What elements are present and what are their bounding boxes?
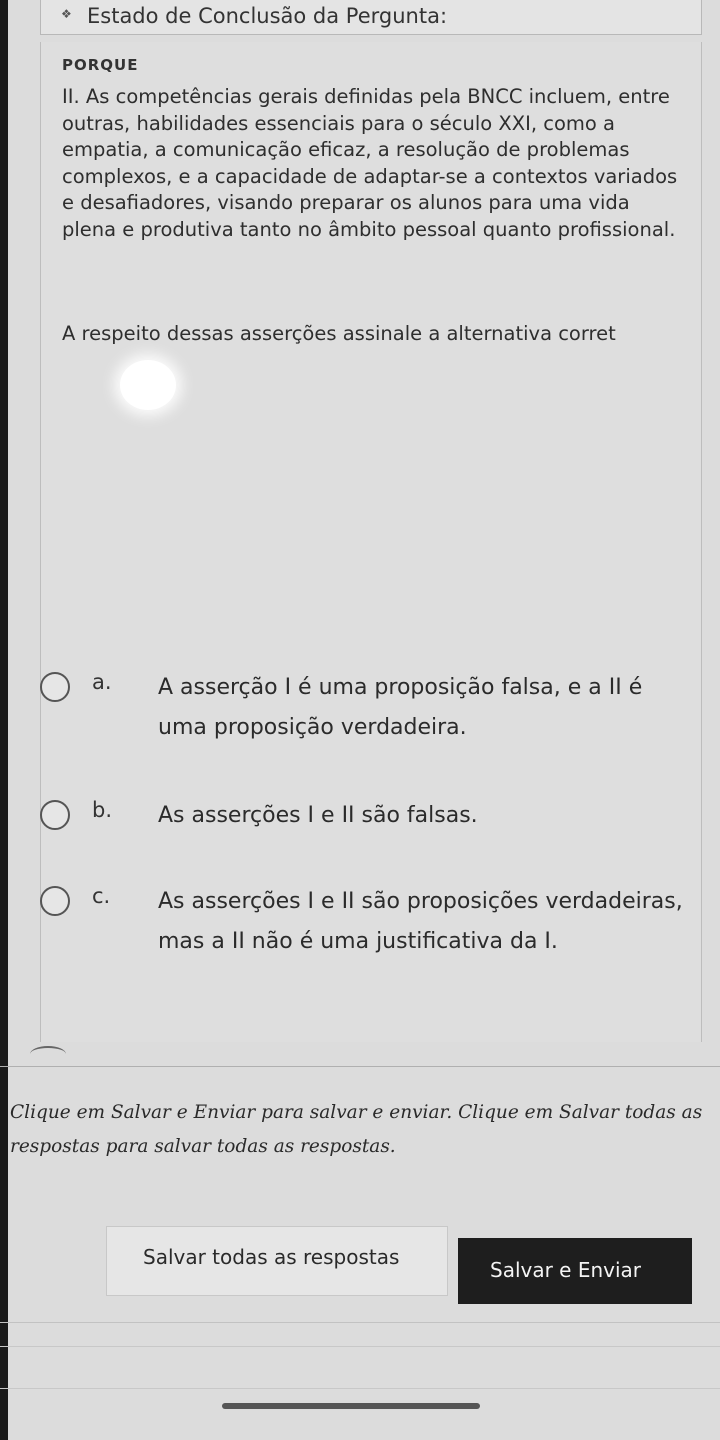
bottom-divider (0, 1388, 720, 1389)
question-prompt: A respeito dessas asserções assinale a a… (62, 322, 616, 345)
question-status-label: Estado de Conclusão da Pergunta: (87, 4, 448, 28)
bottom-divider (0, 1322, 720, 1323)
save-all-answers-label: Salvar todas as respostas (143, 1245, 400, 1269)
section-divider (0, 1066, 720, 1067)
save-and-submit-button[interactable]: Salvar e Enviar (458, 1238, 692, 1304)
bottom-divider (0, 1346, 720, 1347)
home-indicator[interactable] (222, 1403, 480, 1409)
diamond-icon: ❖ (61, 7, 72, 21)
save-and-submit-label: Salvar e Enviar (490, 1258, 642, 1282)
option-c-letter: c. (92, 884, 111, 908)
option-b-radio[interactable] (40, 800, 70, 830)
option-a-letter: a. (92, 670, 112, 694)
option-b-text[interactable]: As asserções I e II são falsas. (158, 796, 698, 836)
option-a-text[interactable]: A asserção I é uma proposição falsa, e a… (158, 668, 698, 748)
assertion-ii-text: II. As competências gerais definidas pel… (62, 85, 678, 241)
option-a-radio[interactable] (40, 672, 70, 702)
submit-instructions: Clique em Salvar e Enviar para salvar e … (10, 1102, 703, 1157)
option-c-radio[interactable] (40, 886, 70, 916)
partial-radio-arc (30, 1046, 66, 1062)
light-glare (120, 360, 176, 410)
assertion-connector: PORQUE (62, 56, 139, 74)
save-all-answers-button[interactable]: Salvar todas as respostas (106, 1226, 448, 1296)
option-c-text[interactable]: As asserções I e II são proposições verd… (158, 882, 698, 962)
screen-edge (0, 0, 8, 1440)
option-b-letter: b. (92, 798, 113, 822)
question-status-bar: ❖ Estado de Conclusão da Pergunta: (40, 0, 702, 35)
